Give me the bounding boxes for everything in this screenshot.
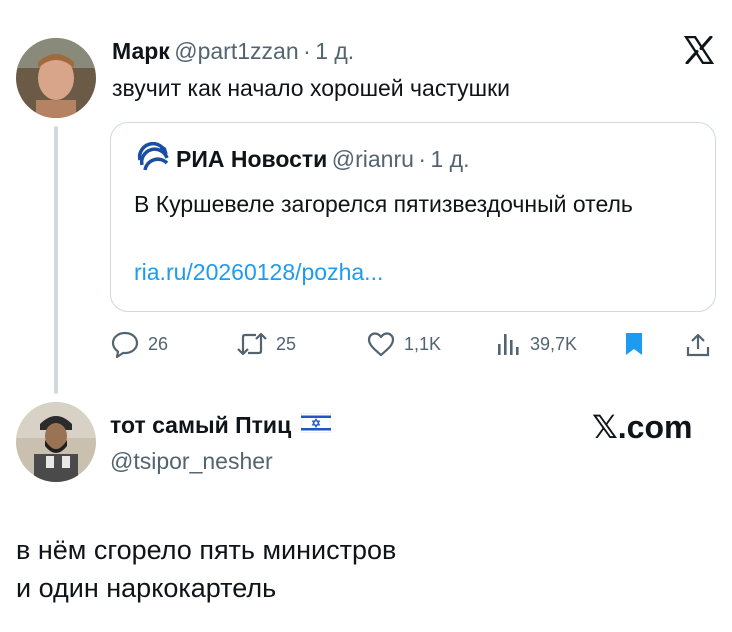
tweet-header: Марк @part1zzan · 1 д.	[112, 38, 354, 65]
separator-dot: ·	[418, 146, 427, 172]
x-logo-icon	[683, 35, 715, 65]
avatar-tsipor[interactable]	[16, 402, 96, 482]
views-button[interactable]: 39,7K	[494, 330, 577, 358]
quoted-author-name[interactable]: РИА Новости	[176, 146, 327, 172]
retweet-icon	[236, 330, 268, 358]
ria-logo-icon	[136, 141, 170, 176]
reply-author-name[interactable]: тот самый Птиц	[110, 412, 291, 439]
tweet-time[interactable]: 1 д.	[315, 38, 354, 64]
like-button[interactable]: 1,1K	[366, 330, 441, 358]
israel-flag-icon	[300, 412, 332, 438]
views-count: 39,7K	[530, 333, 578, 354]
tweet-text: звучит как начало хорошей частушки	[112, 75, 510, 101]
reply-author-row: тот самый Птиц	[110, 412, 332, 439]
reply-button[interactable]: 26	[110, 330, 168, 358]
thread-line	[54, 126, 58, 394]
quoted-header: РИА Новости @rianru · 1 д.	[176, 146, 470, 173]
author-handle[interactable]: @part1zzan	[174, 38, 298, 64]
reply-text-line2: и один наркокартель	[16, 573, 277, 603]
reply-icon	[110, 330, 140, 358]
x-com-brand: 𝕏.com	[592, 409, 693, 445]
quoted-author-handle[interactable]: @rianru	[332, 146, 414, 172]
quoted-link[interactable]: ria.ru/20260128/pozha...	[134, 256, 383, 288]
reply-author-handle[interactable]: @tsipor_nesher	[110, 448, 273, 475]
bookmark-icon[interactable]	[624, 331, 644, 362]
author-name[interactable]: Марк	[112, 38, 170, 64]
like-count: 1,1K	[404, 333, 442, 354]
quoted-text: В Куршевеле загорелся пятизвездочный оте…	[134, 191, 633, 217]
retweet-button[interactable]: 25	[236, 330, 296, 358]
separator-dot: ·	[303, 38, 311, 64]
views-icon	[494, 330, 522, 358]
share-icon[interactable]	[684, 331, 712, 364]
heart-icon	[366, 330, 396, 358]
avatar-mark[interactable]	[16, 38, 96, 118]
reply-count: 26	[148, 333, 169, 354]
retweet-count: 25	[276, 333, 297, 354]
reply-text-line1: в нём сгорело пять министров	[16, 535, 397, 565]
quoted-time[interactable]: 1 д.	[431, 146, 470, 172]
